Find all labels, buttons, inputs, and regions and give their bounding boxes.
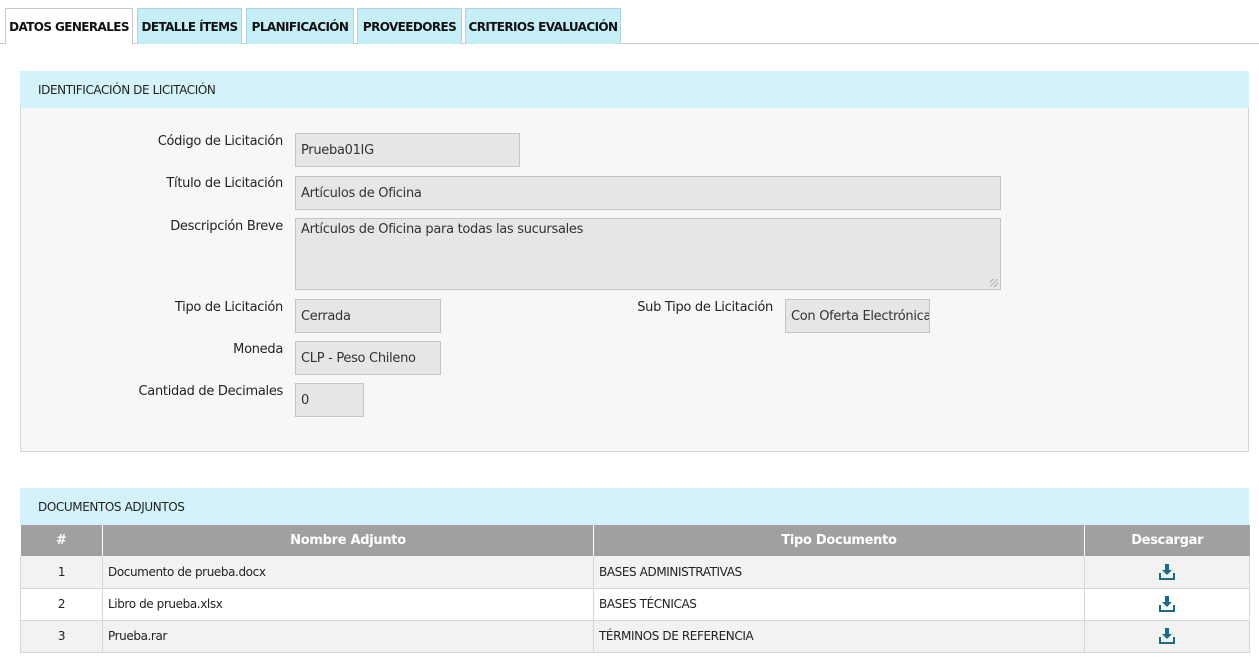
row-tipo: BASES TÉCNICAS bbox=[593, 588, 1085, 621]
tab-detalle-items[interactable]: DETALLE ÍTEMS bbox=[137, 8, 242, 44]
column-header-num: # bbox=[20, 525, 103, 556]
download-icon[interactable] bbox=[1158, 563, 1176, 581]
documentos-panel: DOCUMENTOS ADJUNTOS # Nombre Adjunto Tip… bbox=[20, 488, 1250, 653]
moneda-label: Moneda bbox=[233, 342, 283, 357]
decimales-field[interactable]: 0 bbox=[295, 383, 364, 417]
identificacion-panel: IDENTIFICACIÓN DE LICITACIÓN Código de L… bbox=[20, 71, 1249, 452]
tab-datos-generales[interactable]: DATOS GENERALES bbox=[5, 8, 133, 45]
column-header-tipo: Tipo Documento bbox=[593, 525, 1085, 556]
subtipo-label: Sub Tipo de Licitación bbox=[637, 300, 773, 315]
row-tipo: BASES ADMINISTRATIVAS bbox=[593, 556, 1085, 589]
tab-planificacion[interactable]: PLANIFICACIÓN bbox=[246, 8, 354, 44]
row-tipo: TÉRMINOS DE REFERENCIA bbox=[593, 620, 1085, 653]
row-num: 1 bbox=[20, 556, 103, 589]
table-row: 1 Documento de prueba.docx BASES ADMINIS… bbox=[20, 556, 1250, 589]
row-nombre: Documento de prueba.docx bbox=[102, 556, 594, 589]
subtipo-field[interactable]: Con Oferta Electrónica bbox=[785, 299, 930, 333]
tipo-label: Tipo de Licitación bbox=[174, 300, 283, 315]
documentos-table: # Nombre Adjunto Tipo Documento Descarga… bbox=[20, 525, 1250, 653]
tab-criterios-evaluacion[interactable]: CRITERIOS EVALUACIÓN bbox=[465, 8, 621, 44]
identificacion-body: Código de Licitación Prueba01IG Título d… bbox=[20, 108, 1249, 452]
download-icon[interactable] bbox=[1158, 627, 1176, 645]
row-descargar bbox=[1084, 556, 1250, 589]
row-descargar bbox=[1084, 588, 1250, 621]
row-num: 2 bbox=[20, 588, 103, 621]
column-header-descargar: Descargar bbox=[1084, 525, 1250, 556]
tab-bar: DATOS GENERALES DETALLE ÍTEMS PLANIFICAC… bbox=[0, 0, 1259, 45]
tipo-field[interactable]: Cerrada bbox=[295, 299, 441, 333]
tab-proveedores[interactable]: PROVEEDORES bbox=[357, 8, 462, 44]
documentos-header: DOCUMENTOS ADJUNTOS bbox=[20, 488, 1249, 525]
descripcion-label: Descripción Breve bbox=[170, 219, 283, 234]
decimales-label: Cantidad de Decimales bbox=[138, 384, 284, 399]
table-header-row: # Nombre Adjunto Tipo Documento Descarga… bbox=[20, 525, 1250, 556]
row-num: 3 bbox=[20, 620, 103, 653]
row-nombre: Prueba.rar bbox=[102, 620, 594, 653]
moneda-field[interactable]: CLP - Peso Chileno bbox=[295, 341, 441, 375]
row-nombre: Libro de prueba.xlsx bbox=[102, 588, 594, 621]
titulo-label: Título de Licitación bbox=[166, 176, 283, 191]
identificacion-header: IDENTIFICACIÓN DE LICITACIÓN bbox=[20, 71, 1249, 108]
table-row: 2 Libro de prueba.xlsx BASES TÉCNICAS bbox=[20, 588, 1250, 621]
row-descargar bbox=[1084, 620, 1250, 653]
column-header-nombre: Nombre Adjunto bbox=[102, 525, 594, 556]
resize-grip-icon[interactable] bbox=[990, 279, 998, 287]
codigo-label: Código de Licitación bbox=[157, 134, 284, 149]
descripcion-textarea[interactable]: Artículos de Oficina para todas las sucu… bbox=[295, 218, 1001, 290]
download-icon[interactable] bbox=[1158, 595, 1176, 613]
titulo-field[interactable]: Artículos de Oficina bbox=[295, 176, 1001, 210]
codigo-field[interactable]: Prueba01IG bbox=[295, 133, 520, 167]
descripcion-text: Artículos de Oficina para todas las sucu… bbox=[301, 222, 584, 237]
table-row: 3 Prueba.rar TÉRMINOS DE REFERENCIA bbox=[20, 620, 1250, 653]
